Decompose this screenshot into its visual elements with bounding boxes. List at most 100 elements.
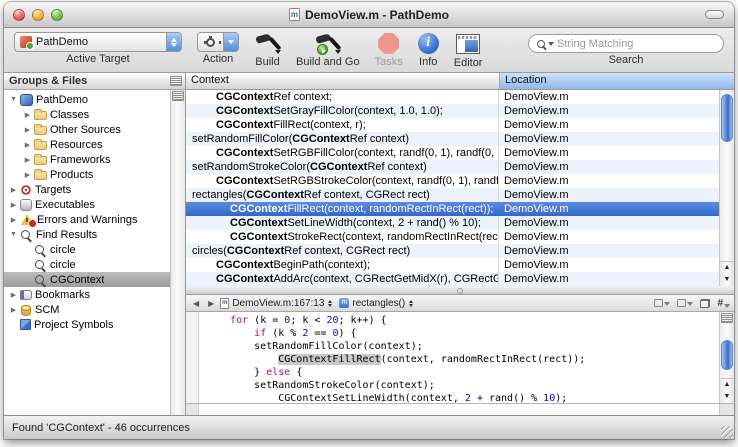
disclosure-closed-icon[interactable]: ▶ <box>8 201 19 209</box>
counterpart-button[interactable] <box>700 299 710 308</box>
info-label: Info <box>419 56 437 68</box>
scroll-up-icon: ▲ <box>724 262 731 274</box>
table-row[interactable]: CGContextSetRGBStrokeColor(context, rand… <box>186 174 719 188</box>
title-bar[interactable]: m DemoView.m - PathDemo <box>4 2 734 28</box>
table-row[interactable]: setRandomFillColor(CGContextRef context)… <box>186 132 719 146</box>
sidebar-header[interactable]: Groups & Files <box>4 73 185 90</box>
file-popup-stepper-icon[interactable] <box>328 300 332 307</box>
sidebar-item-pathdemo[interactable]: ▼PathDemo <box>4 92 170 107</box>
sidebar-scrollbar[interactable] <box>170 90 185 415</box>
action-button[interactable] <box>197 32 239 52</box>
breakpoint-menu-button[interactable] <box>677 299 693 307</box>
folder-icon <box>34 141 47 150</box>
sidebar-item-targets[interactable]: ▶Targets <box>4 182 170 197</box>
line-menu-button[interactable]: # <box>717 298 730 309</box>
table-row[interactable]: circles(CGContextRef context, CGRect rec… <box>186 244 719 258</box>
symbol-popup-stepper-icon[interactable] <box>409 300 413 307</box>
build-group: Build <box>254 32 281 68</box>
disclosure-closed-icon[interactable]: ▶ <box>8 306 19 314</box>
table-row[interactable]: CGContextSetGrayFillColor(context, 1.0, … <box>186 104 719 118</box>
sidebar-item-frameworks[interactable]: ▶Frameworks <box>4 152 170 167</box>
disclosure-closed-icon[interactable]: ▶ <box>22 126 33 134</box>
window-title-group: m DemoView.m - PathDemo <box>289 8 449 22</box>
table-row[interactable]: rectangles(CGContextRef context, CGRect … <box>186 188 719 202</box>
magnifier-icon <box>34 244 47 256</box>
disclosure-closed-icon[interactable]: ▶ <box>8 216 19 224</box>
forward-button[interactable]: ▶ <box>205 299 217 308</box>
sidebar-tree: ▼PathDemo▶Classes▶Other Sources▶Resource… <box>4 90 170 415</box>
build-button[interactable] <box>254 32 281 55</box>
symbol-popup[interactable]: rectangles() <box>352 298 405 309</box>
sidebar-item-find-results[interactable]: ▼Find Results <box>4 227 170 242</box>
table-row[interactable]: CGContextSetLineWidth(context, 2 + rand(… <box>186 216 719 230</box>
search-scope-chevron-icon[interactable] <box>548 42 554 46</box>
disclosure-closed-icon[interactable]: ▶ <box>22 141 33 149</box>
sidebar-item-executables[interactable]: ▶Executables <box>4 197 170 212</box>
results-scrollbar[interactable]: ▲▼ <box>719 90 734 286</box>
editor-scrollbar-thumb[interactable] <box>721 340 733 370</box>
sidebar-item-scm[interactable]: ▶SCM <box>4 302 170 317</box>
disclosure-closed-icon[interactable]: ▶ <box>8 291 19 299</box>
editor-scrollbar-arrows[interactable]: ▲▼ <box>720 378 734 403</box>
code-editor[interactable]: for (k = 0; k < 20; k++) { if (k % 2 == … <box>186 312 734 403</box>
column-header-context[interactable]: Context <box>186 73 500 89</box>
minimize-button[interactable] <box>32 9 44 21</box>
editor-split-view-icon[interactable] <box>721 313 733 323</box>
scrollbar-corner <box>719 404 734 415</box>
table-row[interactable]: CGContextFillRect(context, r);DemoView.m <box>186 118 719 132</box>
resize-grip[interactable] <box>721 426 733 438</box>
horizontal-splitter[interactable] <box>186 286 734 295</box>
table-row[interactable]: CGContextStrokeRect(context, randomRectI… <box>186 230 719 244</box>
search-input[interactable]: String Matching <box>528 34 724 53</box>
file-popup[interactable]: DemoView.m:167:13 <box>232 298 324 309</box>
sidebar-item-products[interactable]: ▶Products <box>4 167 170 182</box>
split-view-icon[interactable] <box>172 91 184 101</box>
scrollbar-thumb[interactable] <box>721 94 733 142</box>
table-row[interactable]: CGContextAddArc(context, CGRectGetMidX(r… <box>186 272 719 286</box>
editor-button editor-icon[interactable] <box>456 34 480 54</box>
code-area[interactable]: for (k = 0; k < 20; k++) { if (k % 2 == … <box>199 312 719 403</box>
action-label: Action <box>203 53 234 65</box>
sidebar-item-classes[interactable]: ▶Classes <box>4 107 170 122</box>
sidebar-item-cgcontext[interactable]: CGContext <box>4 272 170 287</box>
editor-horizontal-scrollbar[interactable] <box>186 403 734 415</box>
table-row[interactable]: CGContextRef context;DemoView.m <box>186 90 719 104</box>
build-and-go-label: Build and Go <box>296 56 360 68</box>
table-row[interactable]: setRandomStrokeColor(CGContextRef contex… <box>186 160 719 174</box>
horizontal-scroll-track[interactable] <box>199 404 719 415</box>
toolbar-toggle-pill[interactable] <box>705 10 724 19</box>
bookmark-menu-button[interactable] <box>654 299 670 307</box>
pane-splitter-icon[interactable] <box>170 76 182 86</box>
result-location-cell: DemoView.m <box>499 174 719 188</box>
zoom-button[interactable] <box>51 9 63 21</box>
info-button info-icon[interactable]: i <box>418 33 439 54</box>
sidebar-item-bookmarks[interactable]: ▶ Bookmarks <box>4 287 170 302</box>
scrollbar-arrows[interactable]: ▲▼ <box>720 261 734 286</box>
disclosure-closed-icon[interactable]: ▶ <box>22 156 33 164</box>
disclosure-closed-icon[interactable]: ▶ <box>22 171 33 179</box>
close-button[interactable] <box>13 9 25 21</box>
column-header-location[interactable]: Location <box>500 73 734 89</box>
sidebar-item-circle[interactable]: circle <box>4 242 170 257</box>
scroll-down-icon: ▼ <box>724 391 731 403</box>
table-row[interactable]: CGContextBeginPath(context);DemoView.m <box>186 258 719 272</box>
editor-scrollbar[interactable]: ▲▼ <box>719 312 734 403</box>
sidebar-item-other-sources[interactable]: ▶Other Sources <box>4 122 170 137</box>
disclosure-closed-icon[interactable]: ▶ <box>8 186 19 194</box>
active-target-popup[interactable]: PathDemo <box>14 32 182 52</box>
table-row[interactable]: CGContextFillRect(context, randomRectInR… <box>186 202 719 216</box>
disclosure-open-icon[interactable]: ▼ <box>8 231 19 238</box>
code-line: setRandomStrokeColor(context); <box>206 379 719 392</box>
table-row[interactable]: CGContextSetRGBFillColor(context, randf(… <box>186 146 719 160</box>
build-and-go-button[interactable] <box>314 32 341 55</box>
result-location-cell: DemoView.m <box>499 202 719 216</box>
sidebar-item-errors-and-warnings[interactable]: ▶Errors and Warnings <box>4 212 170 227</box>
sidebar-item-label: Bookmarks <box>35 289 90 301</box>
sidebar-item-circle[interactable]: circle <box>4 257 170 272</box>
disclosure-closed-icon[interactable]: ▶ <box>22 111 33 119</box>
sidebar-item-resources[interactable]: ▶Resources <box>4 137 170 152</box>
sidebar-item-project-symbols[interactable]: Project Symbols <box>4 317 170 332</box>
disclosure-open-icon[interactable]: ▼ <box>8 96 19 103</box>
search-group: String Matching Search <box>528 32 724 66</box>
back-button[interactable]: ◀ <box>190 299 202 308</box>
